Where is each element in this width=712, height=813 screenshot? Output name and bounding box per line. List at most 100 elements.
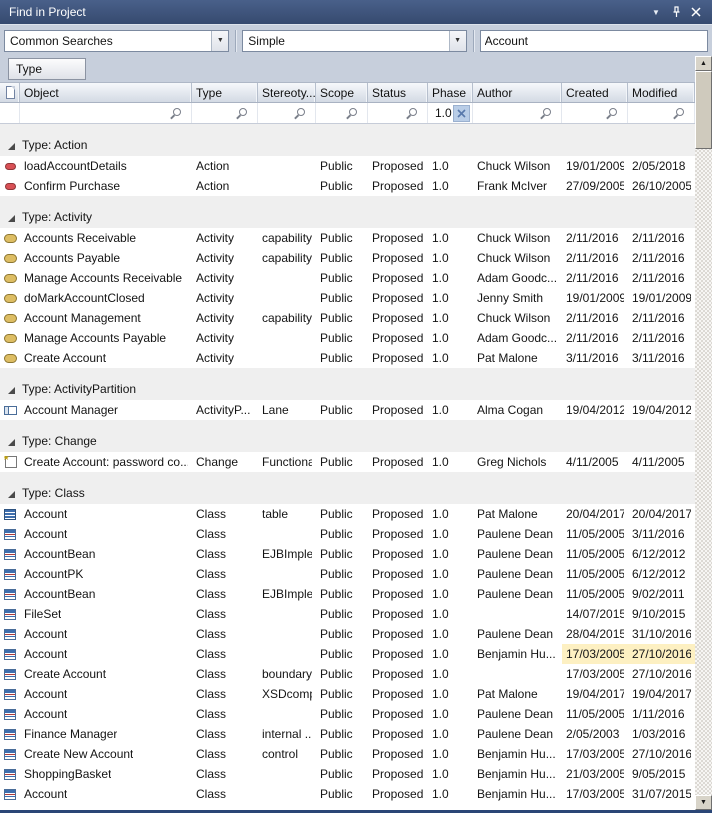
column-header-modified[interactable]: Modified [628, 83, 695, 102]
triangle-up-icon: ▲ [700, 60, 707, 67]
cell-object: Create Account: password co... [20, 452, 192, 472]
cell-object: ShoppingBasket [20, 764, 192, 784]
cell-element-icon [0, 524, 20, 544]
chevron-down-icon[interactable]: ▼ [449, 31, 466, 51]
cell-phase: 1.0 [428, 452, 473, 472]
cell-modified: 6/12/2012 [628, 544, 695, 564]
cell-phase: 1.0 [428, 400, 473, 420]
group-header-row[interactable]: Type: Activity [0, 196, 695, 228]
table-row[interactable]: loadAccountDetailsActionPublicProposed1.… [0, 156, 695, 176]
table-row[interactable]: AccountClassPublicProposed1.0Paulene Dea… [0, 524, 695, 544]
scroll-up-button[interactable]: ▲ [695, 56, 712, 71]
table-row[interactable]: AccountPKClassPublicProposed1.0Paulene D… [0, 564, 695, 584]
type-tab-button[interactable]: Type [8, 58, 86, 80]
cell-status: Proposed [368, 176, 428, 196]
cell-author: Chuck Wilson [473, 248, 562, 268]
table-row[interactable]: FileSetClassPublicProposed1.014/07/20159… [0, 604, 695, 624]
search-term-input[interactable] [480, 30, 708, 52]
cell-author: Benjamin Hu... [473, 784, 562, 804]
table-row[interactable]: Create AccountClassboundaryPublicPropose… [0, 664, 695, 684]
column-header-type[interactable]: Type [192, 83, 258, 102]
table-row[interactable]: doMarkAccountClosedActivityPublicPropose… [0, 288, 695, 308]
table-row[interactable]: Create AccountActivityPublicProposed1.0P… [0, 348, 695, 368]
cell-phase: 1.0 [428, 744, 473, 764]
table-row[interactable]: ShoppingBasketClassPublicProposed1.0Benj… [0, 764, 695, 784]
column-header-status[interactable]: Status [368, 83, 428, 102]
filter-cell-stereotype[interactable] [258, 103, 316, 123]
phase-filter-value[interactable]: 1.0 [435, 106, 453, 120]
cell-scope: Public [316, 584, 368, 604]
close-button[interactable] [686, 3, 706, 21]
filter-cell-phase[interactable]: 1.0 [428, 103, 473, 123]
filter-cell-modified[interactable] [628, 103, 695, 123]
window-menu-button[interactable]: ▼ [646, 3, 666, 21]
group-header-row[interactable]: Type: Change [0, 420, 695, 452]
clear-x-icon [457, 109, 466, 118]
column-header-stereotype[interactable]: Stereoty... [258, 83, 316, 102]
cell-stereotype: internal ... [258, 724, 316, 744]
collapse-triangle-icon[interactable] [8, 215, 15, 222]
scrollbar-thumb[interactable] [695, 71, 712, 149]
cell-element-icon [0, 268, 20, 288]
scroll-down-button[interactable]: ▼ [695, 795, 712, 810]
column-header-author[interactable]: Author [473, 83, 562, 102]
table-row[interactable]: AccountBeanClassEJBImple...PublicPropose… [0, 544, 695, 564]
table-row[interactable]: AccountClassPublicProposed1.0Paulene Dea… [0, 704, 695, 724]
cell-author: Adam Goodc... [473, 328, 562, 348]
table-row[interactable]: AccountClassPublicProposed1.0Benjamin Hu… [0, 784, 695, 804]
filter-cell-type[interactable] [192, 103, 258, 123]
search-mode-select[interactable]: Simple ▼ [242, 30, 466, 52]
filter-cell-status[interactable] [368, 103, 428, 123]
cell-created: 11/05/2005 [562, 584, 628, 604]
filter-cell-created[interactable] [562, 103, 628, 123]
collapse-triangle-icon[interactable] [8, 143, 15, 150]
cell-scope: Public [316, 228, 368, 248]
table-row[interactable]: Manage Accounts PayableActivityPublicPro… [0, 328, 695, 348]
cell-scope: Public [316, 156, 368, 176]
filter-cell-scope[interactable] [316, 103, 368, 123]
group-header-row[interactable]: Type: ActivityPartition [0, 368, 695, 400]
cell-object: Account [20, 524, 192, 544]
cell-author: Chuck Wilson [473, 228, 562, 248]
group-header-row[interactable]: Type: Action [0, 124, 695, 156]
table-row[interactable]: Finance ManagerClassinternal ...PublicPr… [0, 724, 695, 744]
collapse-triangle-icon[interactable] [8, 491, 15, 498]
column-header-created[interactable]: Created [562, 83, 628, 102]
cell-element-icon [0, 156, 20, 176]
table-row[interactable]: Create New AccountClasscontrolPublicProp… [0, 744, 695, 764]
cell-scope: Public [316, 564, 368, 584]
group-header-row[interactable]: Type: Class [0, 472, 695, 504]
cell-element-icon [0, 348, 20, 368]
collapse-triangle-icon[interactable] [8, 439, 15, 446]
clear-filter-button[interactable] [453, 105, 470, 122]
group-label: Type: ActivityPartition [22, 382, 136, 396]
table-row[interactable]: Accounts ReceivableActivitycapabilityPub… [0, 228, 695, 248]
column-header-scope[interactable]: Scope [316, 83, 368, 102]
table-row[interactable]: AccountClasstablePublicProposed1.0Pat Ma… [0, 504, 695, 524]
vertical-scrollbar[interactable]: ▲ ▼ [695, 56, 712, 810]
column-header-phase[interactable]: Phase [428, 83, 473, 102]
column-header-object[interactable]: Object [20, 83, 192, 102]
cell-scope: Public [316, 664, 368, 684]
table-row[interactable]: Account ManagementActivitycapabilityPubl… [0, 308, 695, 328]
table-row[interactable]: AccountBeanClassEJBImple...PublicPropose… [0, 584, 695, 604]
filter-cell-object[interactable] [20, 103, 192, 123]
pin-button[interactable] [666, 3, 686, 21]
chevron-down-icon[interactable]: ▼ [211, 31, 228, 51]
table-row[interactable]: AccountClassPublicProposed1.0Paulene Dea… [0, 624, 695, 644]
table-row[interactable]: AccountClassPublicProposed1.0Benjamin Hu… [0, 644, 695, 664]
table-row[interactable]: Create Account: password co...ChangeFunc… [0, 452, 695, 472]
column-header-element[interactable] [0, 83, 20, 102]
search-category-select[interactable]: Common Searches ▼ [4, 30, 229, 52]
table-row[interactable]: Account ManagerActivityP...LanePublicPro… [0, 400, 695, 420]
table-row[interactable]: AccountClassXSDcompl...PublicProposed1.0… [0, 684, 695, 704]
table-row[interactable]: Accounts PayableActivitycapabilityPublic… [0, 248, 695, 268]
table-row[interactable]: Manage Accounts ReceivableActivityPublic… [0, 268, 695, 288]
action-icon [5, 163, 16, 170]
filter-cell-author[interactable] [473, 103, 562, 123]
table-row[interactable]: Confirm PurchaseActionPublicProposed1.0F… [0, 176, 695, 196]
cell-stereotype [258, 348, 316, 368]
cell-author [473, 664, 562, 684]
collapse-triangle-icon[interactable] [8, 387, 15, 394]
cell-author: Paulene Dean [473, 544, 562, 564]
